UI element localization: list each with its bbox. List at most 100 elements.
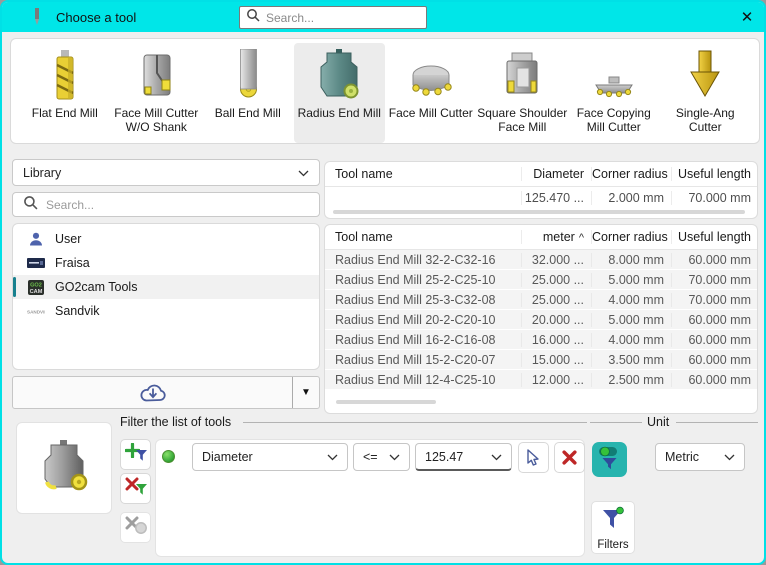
- column-tool-name[interactable]: Tool name: [325, 230, 521, 244]
- cell-tool-name: Radius End Mill 32-2-C32-16: [325, 253, 521, 267]
- horizontal-scrollbar[interactable]: [333, 210, 745, 214]
- cell-useful-length: 70.000 mm: [671, 293, 757, 307]
- tool-type-label: Face Copying Mill Cutter: [568, 106, 660, 135]
- delete-filter-row-button[interactable]: [554, 442, 585, 473]
- unit-group-line-left: [590, 422, 642, 423]
- table-row[interactable]: Radius End Mill 15-2-C20-07 15.000 ... 3…: [325, 350, 757, 370]
- tool-type-flat-end-mill[interactable]: Flat End Mill: [19, 43, 111, 143]
- square-shoulder-face-mill-icon: [498, 45, 546, 103]
- tool-type-square-shoulder-face-mill[interactable]: Square Shoulder Face Mill: [477, 43, 569, 143]
- table-row[interactable]: Radius End Mill 25-3-C32-08 25.000 ... 4…: [325, 290, 757, 310]
- tool-type-ball-end-mill[interactable]: Ball End Mill: [202, 43, 294, 143]
- table-row[interactable]: Radius End Mill 16-2-C16-08 16.000 ... 4…: [325, 330, 757, 350]
- tool-type-label: Ball End Mill: [215, 106, 281, 120]
- library-item-go2cam-tools[interactable]: GO2CAM GO2cam Tools: [13, 275, 319, 299]
- column-useful-length[interactable]: Useful length: [671, 167, 757, 181]
- sandvik-logo-icon: SANDVIK: [26, 307, 46, 315]
- cell-diameter: 125.470 ...: [521, 191, 591, 205]
- unit-value: Metric: [665, 450, 724, 464]
- filter-operator-dropdown[interactable]: <=: [353, 443, 410, 471]
- unit-dropdown[interactable]: Metric: [655, 443, 745, 471]
- download-dropdown-arrow[interactable]: ▼: [292, 377, 319, 408]
- cell-corner-radius: 2.500 mm: [591, 373, 671, 387]
- table-row[interactable]: Radius End Mill 25-2-C25-10 25.000 ... 5…: [325, 270, 757, 290]
- x-icon: [555, 443, 584, 472]
- cell-corner-radius: 5.000 mm: [591, 273, 671, 287]
- filter-value-combobox[interactable]: 125.47: [415, 443, 512, 471]
- column-diameter-sorted[interactable]: meter^: [521, 230, 591, 244]
- selection-indicator: [13, 277, 16, 297]
- titlebar-search-box[interactable]: [239, 6, 427, 29]
- svg-text:GO2: GO2: [30, 282, 42, 288]
- library-item-label: GO2cam Tools: [55, 280, 137, 294]
- column-tool-name[interactable]: Tool name: [325, 167, 521, 181]
- cell-diameter: 25.000 ...: [521, 293, 591, 307]
- cell-corner-radius: 4.000 mm: [591, 293, 671, 307]
- cell-tool-name: Radius End Mill 25-3-C32-08: [325, 293, 521, 307]
- tool-preview-image: [35, 437, 93, 500]
- user-icon: [26, 231, 46, 247]
- go2cam-logo-icon: GO2CAM: [26, 280, 46, 295]
- table-row[interactable]: Radius End Mill 12-4-C25-10 12.000 ... 2…: [325, 370, 757, 390]
- svg-text:CAM: CAM: [30, 289, 43, 295]
- cursor-pointer-icon: [519, 443, 548, 472]
- unit-group-line-right: [676, 422, 758, 423]
- download-library-button[interactable]: ▼: [12, 376, 320, 409]
- face-copying-mill-cutter-icon: [590, 45, 638, 103]
- cell-diameter: 25.000 ...: [521, 273, 591, 287]
- tool-type-single-angle-cutter[interactable]: Single-Ang Cutter: [660, 43, 752, 143]
- svg-text:SANDVIK: SANDVIK: [27, 310, 45, 315]
- cell-tool-name: Radius End Mill 16-2-C16-08: [325, 333, 521, 347]
- table-row[interactable]: Radius End Mill 20-2-C20-10 20.000 ... 5…: [325, 310, 757, 330]
- tool-type-face-mill-wo-shank[interactable]: Face Mill Cutter W/O Shank: [111, 43, 203, 143]
- tool-type-face-mill-cutter[interactable]: Face Mill Cutter: [385, 43, 477, 143]
- library-item-fraisa[interactable]: Fraisa: [13, 251, 319, 275]
- tools-table-header[interactable]: Tool name meter^ Corner radius Useful le…: [325, 225, 757, 250]
- filter-group-line: [243, 422, 587, 423]
- filters-button[interactable]: Filters: [591, 501, 635, 554]
- library-item-sandvik[interactable]: SANDVIK Sandvik: [13, 299, 319, 323]
- filters-button-label: Filters: [597, 539, 628, 551]
- library-search-input[interactable]: [46, 198, 319, 212]
- remove-filter-button[interactable]: [120, 473, 151, 504]
- column-diameter[interactable]: Diameter: [521, 167, 591, 181]
- column-corner-radius[interactable]: Corner radius: [591, 230, 671, 244]
- table-row[interactable]: Radius End Mill 32-2-C32-16 32.000 ... 8…: [325, 250, 757, 270]
- cell-tool-name: Radius End Mill 25-2-C25-10: [325, 273, 521, 287]
- column-corner-radius[interactable]: Corner radius: [591, 167, 671, 181]
- clear-filters-button-disabled[interactable]: [120, 512, 151, 543]
- add-filter-button[interactable]: [120, 439, 151, 470]
- cell-diameter: 15.000 ...: [521, 353, 591, 367]
- filter-field-value: Diameter: [202, 450, 327, 464]
- dialog-tool-icon: [32, 8, 42, 26]
- tool-type-face-copying-mill-cutter[interactable]: Face Copying Mill Cutter: [568, 43, 660, 143]
- column-useful-length[interactable]: Useful length: [671, 230, 757, 244]
- library-dropdown[interactable]: Library: [12, 159, 320, 186]
- pick-value-button[interactable]: [518, 442, 549, 473]
- search-icon: [23, 195, 38, 215]
- cell-useful-length: 70.000 mm: [671, 191, 757, 205]
- horizontal-scrollbar[interactable]: [336, 400, 436, 404]
- library-search-box[interactable]: [12, 192, 320, 217]
- cell-diameter: 12.000 ...: [521, 373, 591, 387]
- sort-ascending-icon: ^: [579, 232, 584, 244]
- close-icon[interactable]: ✕: [734, 5, 760, 29]
- filters-funnel-icon: [600, 506, 626, 537]
- filter-field-dropdown[interactable]: Diameter: [192, 443, 348, 471]
- face-mill-cutter-icon: [407, 45, 455, 103]
- library-item-user[interactable]: User: [13, 227, 319, 251]
- filter-toggle-icon: [598, 445, 621, 475]
- filter-toggle-button[interactable]: [592, 442, 627, 477]
- tool-type-radius-end-mill[interactable]: Radius End Mill: [294, 43, 386, 143]
- selected-tool-table-header[interactable]: Tool name Diameter Corner radius Useful …: [325, 162, 757, 187]
- filter-value: 125.47: [425, 450, 491, 464]
- search-icon: [246, 8, 260, 27]
- single-angle-cutter-icon: [683, 45, 727, 103]
- tool-type-label: Single-Ang Cutter: [660, 106, 752, 135]
- tool-type-label: Face Mill Cutter W/O Shank: [111, 106, 203, 135]
- selected-tool-row[interactable]: 125.470 ... 2.000 mm 70.000 mm: [325, 187, 757, 209]
- tool-preview: [16, 422, 112, 514]
- titlebar-search-input[interactable]: [266, 11, 426, 25]
- library-item-label: Sandvik: [55, 304, 99, 318]
- cell-corner-radius: 2.000 mm: [591, 191, 671, 205]
